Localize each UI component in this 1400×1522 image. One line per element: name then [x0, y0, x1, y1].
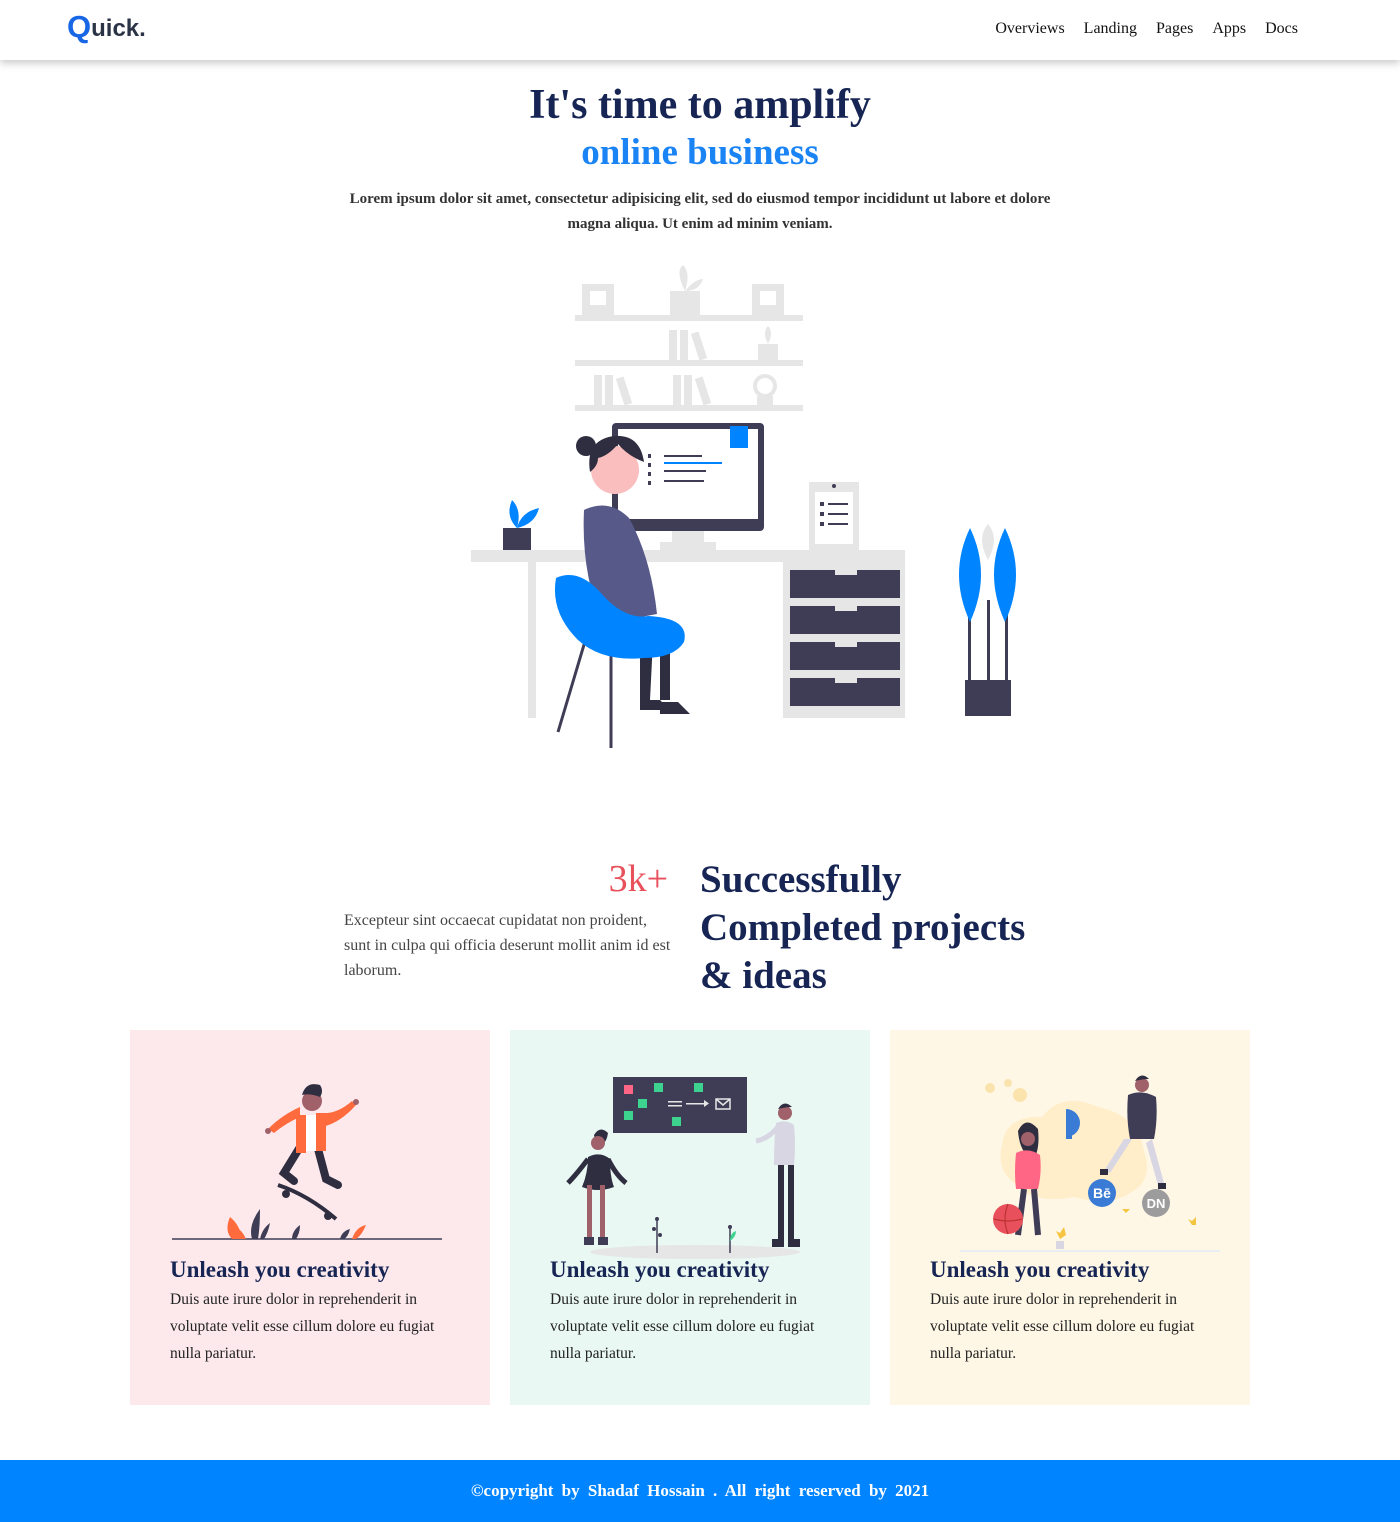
feature-card-2: Unleash you creativity Duis aute irure d…: [510, 1030, 870, 1405]
card-text: Duis aute irure dolor in reprehenderit i…: [930, 1291, 1195, 1362]
behance-badge: Bē: [1093, 1185, 1111, 1201]
card-text: Duis aute irure dolor in reprehenderit i…: [170, 1291, 435, 1362]
footer-copyright: ©copyright by Shadaf Hossain . All right…: [470, 1481, 930, 1500]
card-text: Duis aute irure dolor in reprehenderit i…: [550, 1291, 815, 1362]
hero-subtitle: online business: [581, 132, 819, 173]
desk-illustration: [471, 550, 905, 718]
card-title: Unleash you creativity: [170, 1257, 390, 1282]
nav-links: Overviews Landing Pages Apps Docs: [995, 20, 1298, 38]
stat-heading: Successfully Completed projects & ideas: [700, 858, 1026, 997]
tall-plant-illustration: [959, 524, 1016, 716]
hero-workspace-illustration: [471, 265, 1016, 748]
navbar: Quick. Overviews Landing Pages Apps Docs: [0, 0, 1400, 60]
nav-link-pages[interactable]: Pages: [1156, 20, 1193, 38]
logo[interactable]: Quick.: [67, 10, 146, 42]
nav-link-overviews[interactable]: Overviews: [995, 20, 1064, 38]
feature-card-3: Bē DN Unleash you creativity Duis aute i…: [890, 1030, 1250, 1405]
designer-news-badge: DN: [1147, 1196, 1166, 1211]
social-design-illustration: Bē DN: [960, 1075, 1220, 1252]
stat-description: Excepteur sint occaecat cupidatat non pr…: [344, 912, 671, 979]
logo-text: uick.: [91, 15, 146, 42]
nav-link-landing[interactable]: Landing: [1084, 20, 1137, 38]
skateboarder-illustration: [172, 1084, 442, 1240]
card-title: Unleash you creativity: [550, 1257, 770, 1282]
presentation-board-illustration: [566, 1077, 800, 1259]
hero-text: Lorem ipsum dolor sit amet, consectetur …: [349, 191, 1051, 232]
clipboard-illustration: [809, 482, 859, 550]
nav-link-docs[interactable]: Docs: [1265, 20, 1298, 38]
hero-title: It's time to amplify: [529, 82, 871, 128]
stat-number: 3k+: [608, 858, 668, 900]
card-title: Unleash you creativity: [930, 1257, 1150, 1282]
feature-card-1: Unleash you creativity Duis aute irure d…: [130, 1030, 490, 1405]
footer: ©copyright by Shadaf Hossain . All right…: [0, 1460, 1400, 1522]
desk-plant-illustration: [503, 500, 539, 550]
nav-link-apps[interactable]: Apps: [1212, 20, 1246, 38]
logo-initial: Q: [67, 9, 92, 44]
